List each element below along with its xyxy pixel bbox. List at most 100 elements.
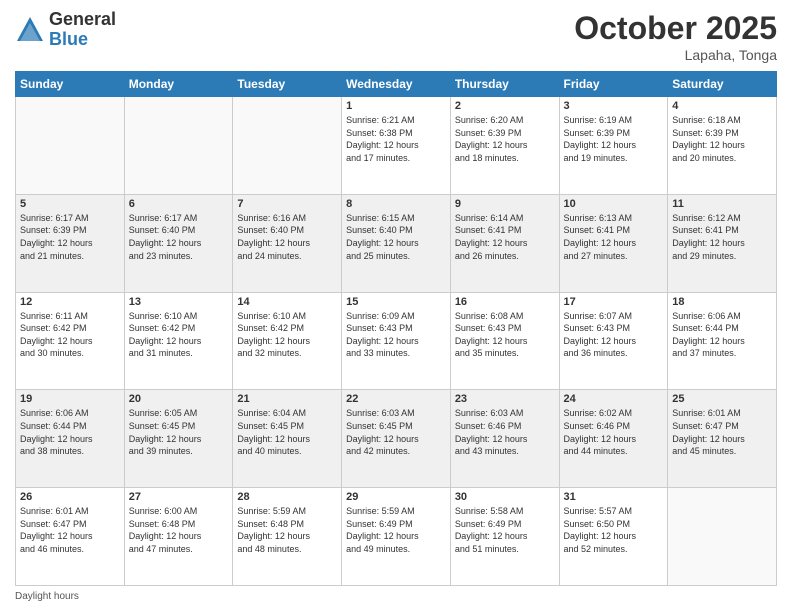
day-number: 19 (20, 393, 120, 405)
day-info: Sunrise: 5:58 AM Sunset: 6:49 PM Dayligh… (455, 505, 555, 555)
day-info: Sunrise: 6:03 AM Sunset: 6:45 PM Dayligh… (346, 407, 446, 457)
day-number: 22 (346, 393, 446, 405)
day-info: Sunrise: 6:01 AM Sunset: 6:47 PM Dayligh… (20, 505, 120, 555)
logo-text: General Blue (49, 10, 116, 50)
weekday-friday: Friday (559, 72, 668, 97)
calendar-cell: 15 Sunrise: 6:09 AM Sunset: 6:43 PM Dayli… (342, 292, 451, 390)
day-info: Sunrise: 6:04 AM Sunset: 6:45 PM Dayligh… (237, 407, 337, 457)
calendar-cell (124, 97, 233, 195)
day-info: Sunrise: 5:59 AM Sunset: 6:48 PM Dayligh… (237, 505, 337, 555)
calendar-cell: 27Sunrise: 6:00 AM Sunset: 6:48 PM Dayli… (124, 488, 233, 586)
day-number: 18 (672, 296, 772, 308)
day-number: 25 (672, 393, 772, 405)
day-number: 24 (564, 393, 664, 405)
day-info: Sunrise: 6:17 AM Sunset: 6:39 PM Dayligh… (20, 212, 120, 262)
calendar-cell: 11Sunrise: 6:12 AM Sunset: 6:41 PM Dayli… (668, 194, 777, 292)
daylight-label: Daylight hours (15, 591, 79, 602)
calendar-cell: 2Sunrise: 6:20 AM Sunset: 6:39 PM Daylig… (450, 97, 559, 195)
calendar-cell: 4Sunrise: 6:18 AM Sunset: 6:39 PM Daylig… (668, 97, 777, 195)
calendar-cell: 25 Sunrise: 6:01 AM Sunset: 6:47 PM Dayli… (668, 390, 777, 488)
day-info: Sunrise: 6:07 AM Sunset: 6:43 PM Dayligh… (564, 310, 664, 360)
day-number: 23 (455, 393, 555, 405)
day-info: Sunrise: 6:14 AM Sunset: 6:41 PM Dayligh… (455, 212, 555, 262)
calendar-cell: 22 Sunrise: 6:03 AM Sunset: 6:45 PM Dayli… (342, 390, 451, 488)
day-info: Sunrise: 6:06 AM Sunset: 6:44 PM Dayligh… (20, 407, 120, 457)
weekday-sunday: Sunday (16, 72, 125, 97)
logo-general: General (49, 10, 116, 30)
day-number: 26 (20, 491, 120, 503)
day-info: Sunrise: 6:06 AM Sunset: 6:44 PM Dayligh… (672, 310, 772, 360)
calendar-cell: 21 Sunrise: 6:04 AM Sunset: 6:45 PM Dayli… (233, 390, 342, 488)
logo-icon (15, 15, 45, 45)
day-info: Sunrise: 6:16 AM Sunset: 6:40 PM Dayligh… (237, 212, 337, 262)
weekday-saturday: Saturday (668, 72, 777, 97)
calendar-cell (16, 97, 125, 195)
day-number: 15 (346, 296, 446, 308)
calendar-cell: 31Sunrise: 5:57 AM Sunset: 6:50 PM Dayli… (559, 488, 668, 586)
day-info: Sunrise: 6:18 AM Sunset: 6:39 PM Dayligh… (672, 114, 772, 164)
day-info: Sunrise: 5:57 AM Sunset: 6:50 PM Dayligh… (564, 505, 664, 555)
week-row-3: 12Sunrise: 6:11 AM Sunset: 6:42 PM Dayli… (16, 292, 777, 390)
week-row-2: 5Sunrise: 6:17 AM Sunset: 6:39 PM Daylig… (16, 194, 777, 292)
header: General Blue October 2025 Lapaha, Tonga (15, 10, 777, 63)
day-number: 9 (455, 198, 555, 210)
calendar-cell: 28Sunrise: 5:59 AM Sunset: 6:48 PM Dayli… (233, 488, 342, 586)
page: General Blue October 2025 Lapaha, Tonga … (0, 0, 792, 612)
week-row-5: 26 Sunrise: 6:01 AM Sunset: 6:47 PM Dayli… (16, 488, 777, 586)
day-number: 6 (129, 198, 229, 210)
day-info: Sunrise: 6:19 AM Sunset: 6:39 PM Dayligh… (564, 114, 664, 164)
day-info: Sunrise: 6:15 AM Sunset: 6:40 PM Dayligh… (346, 212, 446, 262)
day-number: 12 (20, 296, 120, 308)
weekday-header-row: SundayMondayTuesdayWednesdayThursdayFrid… (16, 72, 777, 97)
day-number: 3 (564, 100, 664, 112)
calendar-cell: 29 Sunrise: 5:59 AM Sunset: 6:49 PM Dayli… (342, 488, 451, 586)
calendar-cell: 17 Sunrise: 6:07 AM Sunset: 6:43 PM Dayli… (559, 292, 668, 390)
day-number: 1 (346, 100, 446, 112)
calendar-cell (233, 97, 342, 195)
day-number: 13 (129, 296, 229, 308)
day-number: 21 (237, 393, 337, 405)
day-info: Sunrise: 5:59 AM Sunset: 6:49 PM Dayligh… (346, 505, 446, 555)
calendar-cell (668, 488, 777, 586)
day-number: 14 (237, 296, 337, 308)
day-number: 17 (564, 296, 664, 308)
calendar-cell: 6Sunrise: 6:17 AM Sunset: 6:40 PM Daylig… (124, 194, 233, 292)
calendar-cell: 20Sunrise: 6:05 AM Sunset: 6:45 PM Dayli… (124, 390, 233, 488)
calendar-cell: 19 Sunrise: 6:06 AM Sunset: 6:44 PM Dayli… (16, 390, 125, 488)
day-info: Sunrise: 6:02 AM Sunset: 6:46 PM Dayligh… (564, 407, 664, 457)
day-info: Sunrise: 6:10 AM Sunset: 6:42 PM Dayligh… (237, 310, 337, 360)
day-number: 8 (346, 198, 446, 210)
calendar-cell: 12Sunrise: 6:11 AM Sunset: 6:42 PM Dayli… (16, 292, 125, 390)
day-info: Sunrise: 6:09 AM Sunset: 6:43 PM Dayligh… (346, 310, 446, 360)
logo: General Blue (15, 10, 116, 50)
calendar-cell: 5Sunrise: 6:17 AM Sunset: 6:39 PM Daylig… (16, 194, 125, 292)
footer: Daylight hours (15, 591, 777, 602)
day-info: Sunrise: 6:10 AM Sunset: 6:42 PM Dayligh… (129, 310, 229, 360)
day-number: 2 (455, 100, 555, 112)
location: Lapaha, Tonga (574, 47, 777, 63)
day-number: 10 (564, 198, 664, 210)
title-block: October 2025 Lapaha, Tonga (574, 10, 777, 63)
calendar-cell: 26 Sunrise: 6:01 AM Sunset: 6:47 PM Dayli… (16, 488, 125, 586)
calendar-cell: 7 Sunrise: 6:16 AM Sunset: 6:40 PM Daylig… (233, 194, 342, 292)
calendar-cell: 8 Sunrise: 6:15 AM Sunset: 6:40 PM Daylig… (342, 194, 451, 292)
calendar-cell: 18 Sunrise: 6:06 AM Sunset: 6:44 PM Dayli… (668, 292, 777, 390)
day-number: 29 (346, 491, 446, 503)
day-info: Sunrise: 6:21 AM Sunset: 6:38 PM Dayligh… (346, 114, 446, 164)
day-info: Sunrise: 6:03 AM Sunset: 6:46 PM Dayligh… (455, 407, 555, 457)
calendar-cell: 24 Sunrise: 6:02 AM Sunset: 6:46 PM Dayli… (559, 390, 668, 488)
day-info: Sunrise: 6:08 AM Sunset: 6:43 PM Dayligh… (455, 310, 555, 360)
calendar-cell: 3 Sunrise: 6:19 AM Sunset: 6:39 PM Daylig… (559, 97, 668, 195)
day-info: Sunrise: 6:01 AM Sunset: 6:47 PM Dayligh… (672, 407, 772, 457)
day-info: Sunrise: 6:05 AM Sunset: 6:45 PM Dayligh… (129, 407, 229, 457)
week-row-4: 19 Sunrise: 6:06 AM Sunset: 6:44 PM Dayli… (16, 390, 777, 488)
month-title: October 2025 (574, 10, 777, 47)
calendar-cell: 13 Sunrise: 6:10 AM Sunset: 6:42 PM Dayli… (124, 292, 233, 390)
weekday-tuesday: Tuesday (233, 72, 342, 97)
day-number: 7 (237, 198, 337, 210)
day-number: 27 (129, 491, 229, 503)
logo-blue: Blue (49, 30, 116, 50)
calendar-cell: 9 Sunrise: 6:14 AM Sunset: 6:41 PM Daylig… (450, 194, 559, 292)
weekday-wednesday: Wednesday (342, 72, 451, 97)
day-number: 30 (455, 491, 555, 503)
